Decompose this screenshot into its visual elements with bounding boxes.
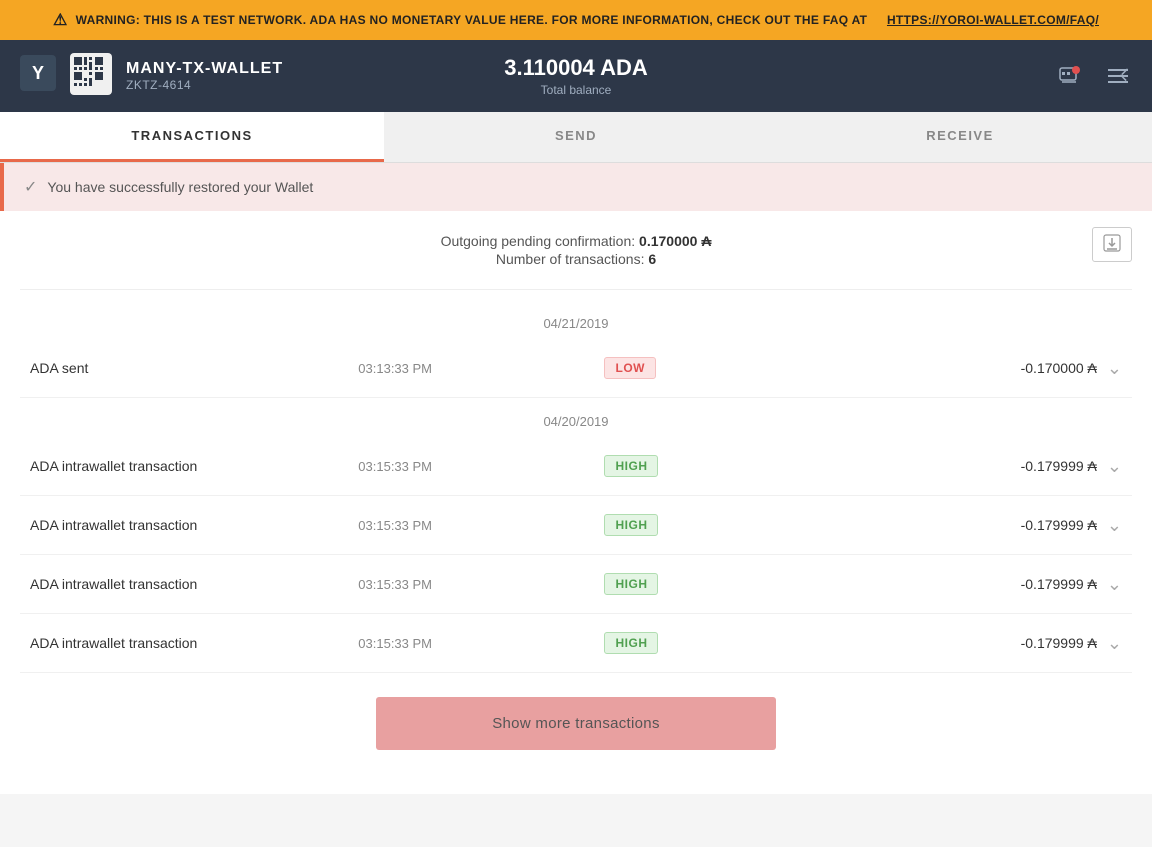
wallet-avatar-icon [70, 53, 112, 100]
pending-amount: 0.170000 ₳ [639, 233, 711, 249]
show-more-button[interactable]: Show more transactions [376, 697, 776, 750]
tx-time-label: 03:15:33 PM [358, 577, 604, 592]
expand-icon[interactable]: ⌄ [1107, 358, 1122, 379]
tx-time-label: 03:15:33 PM [358, 518, 604, 533]
tx-time-label: 03:13:33 PM [358, 361, 604, 376]
tx-type-label: ADA intrawallet transaction [30, 517, 358, 533]
success-message: You have successfully restored your Wall… [47, 179, 313, 195]
balance-amount: 3.110004 ADA [391, 55, 762, 81]
check-icon: ✓ [24, 177, 37, 197]
tx-amount-label: -0.179999 ₳ [769, 635, 1097, 651]
warning-text: WARNING: THIS IS A TEST NETWORK. ADA HAS… [76, 13, 868, 27]
table-row[interactable]: ADA intrawallet transaction 03:15:33 PM … [20, 614, 1132, 673]
confidence-level: HIGH [604, 514, 658, 536]
tx-type-label: ADA sent [30, 360, 358, 376]
summary-section: Outgoing pending confirmation: 0.170000 … [20, 211, 1132, 279]
notifications-button[interactable] [1056, 62, 1084, 90]
warning-link[interactable]: HTTPS://YOROI-WALLET.COM/FAQ/ [887, 13, 1099, 27]
tab-receive[interactable]: RECEIVE [768, 112, 1152, 162]
tx-type-label: ADA intrawallet transaction [30, 576, 358, 592]
summary-divider [20, 289, 1132, 290]
tx-count-label: Number of transactions: [496, 251, 645, 267]
pending-label: Outgoing pending confirmation: [441, 233, 636, 249]
tx-confidence-badge: LOW [604, 357, 768, 379]
tx-type-label: ADA intrawallet transaction [30, 635, 358, 651]
wallet-id: ZKTZ-4614 [126, 78, 283, 92]
expand-icon[interactable]: ⌄ [1107, 633, 1122, 654]
show-more-container: Show more transactions [20, 673, 1132, 774]
svg-text:Y: Y [32, 63, 44, 83]
expand-icon[interactable]: ⌄ [1107, 574, 1122, 595]
tab-send[interactable]: SEND [384, 112, 768, 162]
tx-amount-label: -0.179999 ₳ [769, 576, 1097, 592]
warning-icon: ⚠ [53, 10, 68, 30]
table-row[interactable]: ADA intrawallet transaction 03:15:33 PM … [20, 555, 1132, 614]
tx-count-line: Number of transactions: 6 [20, 251, 1132, 267]
menu-button[interactable] [1104, 62, 1132, 90]
tx-time-label: 03:15:33 PM [358, 636, 604, 651]
yoroi-logo-icon: Y [20, 55, 56, 98]
tx-amount-label: -0.179999 ₳ [769, 458, 1097, 474]
date-header: 04/20/2019 [20, 398, 1132, 437]
tx-confidence-badge: HIGH [604, 573, 768, 595]
tx-confidence-badge: HIGH [604, 632, 768, 654]
expand-icon[interactable]: ⌄ [1107, 456, 1122, 477]
expand-icon[interactable]: ⌄ [1107, 515, 1122, 536]
success-banner: ✓ You have successfully restored your Wa… [0, 163, 1152, 211]
tab-transactions[interactable]: TRANSACTIONS [0, 112, 384, 162]
confidence-level: HIGH [604, 573, 658, 595]
transaction-groups: 04/21/2019 ADA sent 03:13:33 PM LOW -0.1… [20, 300, 1132, 673]
confidence-level: HIGH [604, 632, 658, 654]
confidence-level: LOW [604, 357, 656, 379]
balance-section: 3.110004 ADA Total balance [391, 55, 762, 97]
date-header: 04/21/2019 [20, 300, 1132, 339]
tx-confidence-badge: HIGH [604, 514, 768, 536]
tx-type-label: ADA intrawallet transaction [30, 458, 358, 474]
table-row[interactable]: ADA intrawallet transaction 03:15:33 PM … [20, 496, 1132, 555]
tx-time-label: 03:15:33 PM [358, 459, 604, 474]
balance-label: Total balance [391, 83, 762, 97]
wallet-info-section: Y [20, 53, 391, 100]
wallet-details: MANY-TX-WALLET ZKTZ-4614 [126, 60, 283, 92]
table-row[interactable]: ADA sent 03:13:33 PM LOW -0.170000 ₳ ⌄ [20, 339, 1132, 398]
main-content: Outgoing pending confirmation: 0.170000 … [0, 211, 1152, 794]
tx-amount-label: -0.179999 ₳ [769, 517, 1097, 533]
table-row[interactable]: ADA intrawallet transaction 03:15:33 PM … [20, 437, 1132, 496]
export-button[interactable] [1092, 227, 1132, 262]
tx-amount-label: -0.170000 ₳ [769, 360, 1097, 376]
pending-line: Outgoing pending confirmation: 0.170000 … [20, 233, 1132, 249]
tx-confidence-badge: HIGH [604, 455, 768, 477]
tabs: TRANSACTIONS SEND RECEIVE [0, 112, 1152, 163]
warning-bar: ⚠ WARNING: THIS IS A TEST NETWORK. ADA H… [0, 0, 1152, 40]
wallet-name: MANY-TX-WALLET [126, 60, 283, 78]
tx-count: 6 [648, 251, 656, 267]
header-actions [761, 62, 1132, 90]
confidence-level: HIGH [604, 455, 658, 477]
header: Y [0, 40, 1152, 112]
